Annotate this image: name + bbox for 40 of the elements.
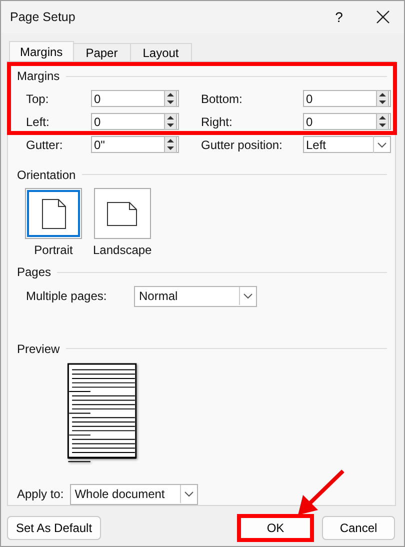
field-label: Bottom: xyxy=(201,92,244,106)
spin-field[interactable]: 0 xyxy=(91,113,179,130)
field-label: Gutter: xyxy=(26,138,64,152)
field-label: Gutter position: xyxy=(201,138,284,152)
field-label: Apply to: xyxy=(17,487,64,502)
dialog-button[interactable]: Set As Default xyxy=(7,516,102,540)
field-label: Right: xyxy=(201,114,234,128)
spin-field[interactable]: 0 xyxy=(303,90,391,107)
tab[interactable]: Paper xyxy=(72,43,131,61)
orientation-label: Portrait xyxy=(34,243,73,258)
orientation-button[interactable] xyxy=(94,188,151,240)
spinner-arrows-icon xyxy=(164,113,177,130)
dropdown[interactable]: Normal xyxy=(134,286,257,307)
section-heading: Orientation xyxy=(17,168,76,182)
spinner-arrows-icon xyxy=(164,90,177,107)
spinner-arrows-icon xyxy=(376,113,389,130)
section-heading: Margins xyxy=(17,69,60,83)
tab[interactable]: Layout xyxy=(130,43,192,61)
dropdown[interactable]: Left xyxy=(303,136,391,153)
tab[interactable]: Margins xyxy=(9,41,74,61)
spin-field[interactable]: 0 xyxy=(303,113,391,130)
field-label: Left: xyxy=(26,114,50,128)
section-heading: Pages xyxy=(17,265,52,280)
section-heading: Preview xyxy=(17,342,60,356)
dropdown[interactable]: Whole document xyxy=(70,484,198,505)
dialog-button[interactable]: Cancel xyxy=(322,516,395,540)
spin-field[interactable]: 0" xyxy=(91,136,179,153)
spinner-arrows-icon xyxy=(376,90,389,107)
spin-field[interactable]: 0 xyxy=(91,90,179,107)
window-title: Page Setup xyxy=(9,10,76,24)
orientation-label: Landscape xyxy=(93,243,152,258)
spinner-arrows-icon xyxy=(164,136,177,153)
field-label: Multiple pages: xyxy=(26,289,108,304)
help-button[interactable]: ? xyxy=(318,1,360,33)
close-icon xyxy=(376,10,390,24)
landscape-page-icon xyxy=(107,202,138,226)
field-label: Top: xyxy=(26,92,50,106)
pointer-arrow xyxy=(295,468,347,518)
orientation-button[interactable] xyxy=(25,188,82,240)
portrait-page-icon xyxy=(42,198,66,229)
